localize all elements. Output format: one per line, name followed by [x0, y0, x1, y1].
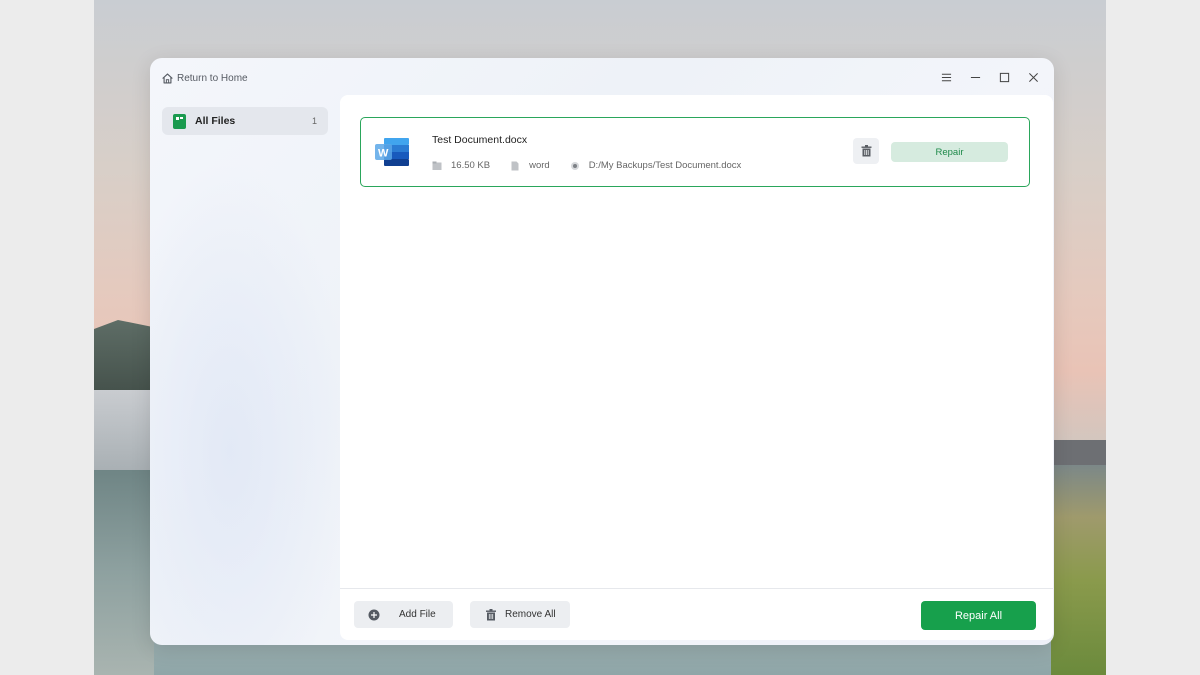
file-list-icon — [173, 113, 186, 129]
home-icon — [162, 72, 173, 84]
window-controls — [937, 68, 1042, 86]
add-file-button[interactable]: Add File — [354, 601, 453, 628]
title-bar: Return to Home — [150, 58, 1054, 96]
maximize-button[interactable] — [995, 68, 1013, 86]
file-size: 16.50 KB — [451, 160, 491, 171]
plus-circle-icon — [368, 609, 380, 620]
file-type-meta: word — [510, 160, 550, 171]
return-home-label: Return to Home — [177, 72, 248, 84]
location-icon — [570, 161, 579, 170]
sidebar-item-count: 1 — [311, 116, 317, 126]
trash-icon — [861, 145, 871, 157]
close-icon — [1028, 72, 1038, 82]
delete-file-button[interactable] — [853, 138, 879, 164]
svg-text:W: W — [378, 148, 389, 160]
word-document-icon: W — [375, 138, 409, 166]
minimize-icon — [970, 76, 980, 78]
file-type: word — [529, 160, 550, 171]
sidebar-item-label: All Files — [195, 115, 236, 127]
repair-button[interactable]: Repair — [891, 142, 1008, 162]
menu-button[interactable] — [937, 68, 955, 86]
trash-icon — [486, 608, 496, 620]
sidebar-item-all-files[interactable]: All Files 1 — [162, 107, 328, 135]
wallpaper-distant-hill — [1051, 440, 1106, 465]
add-file-label: Add File — [399, 609, 436, 620]
file-meta: 16.50 KB word D:/My Backups/Test Documen… — [432, 160, 761, 171]
hamburger-icon — [941, 73, 951, 81]
file-card[interactable]: W Test Document.docx 16.50 KB word D:/My… — [360, 117, 1030, 187]
file-list-panel: W Test Document.docx 16.50 KB word D:/My… — [340, 95, 1053, 640]
file-path-meta: D:/My Backups/Test Document.docx — [570, 160, 742, 171]
maximize-icon — [999, 72, 1009, 82]
app-window: Return to Home All Files 1 W Test Docume… — [150, 58, 1054, 645]
minimize-button[interactable] — [966, 68, 984, 86]
action-footer: Add File Remove All Repair All — [340, 588, 1053, 640]
wallpaper-snow — [94, 390, 154, 470]
remove-all-button[interactable]: Remove All — [470, 601, 570, 628]
repair-all-button[interactable]: Repair All — [921, 601, 1036, 630]
wallpaper-lake — [94, 470, 154, 675]
document-type-icon — [511, 161, 519, 170]
wallpaper-field — [1051, 465, 1106, 675]
file-size-meta: 16.50 KB — [432, 160, 490, 171]
close-button[interactable] — [1024, 68, 1042, 86]
return-home-link[interactable]: Return to Home — [161, 70, 248, 86]
folder-size-icon — [432, 161, 442, 170]
file-path: D:/My Backups/Test Document.docx — [588, 160, 742, 171]
file-name: Test Document.docx — [432, 134, 528, 146]
remove-all-label: Remove All — [505, 609, 556, 620]
